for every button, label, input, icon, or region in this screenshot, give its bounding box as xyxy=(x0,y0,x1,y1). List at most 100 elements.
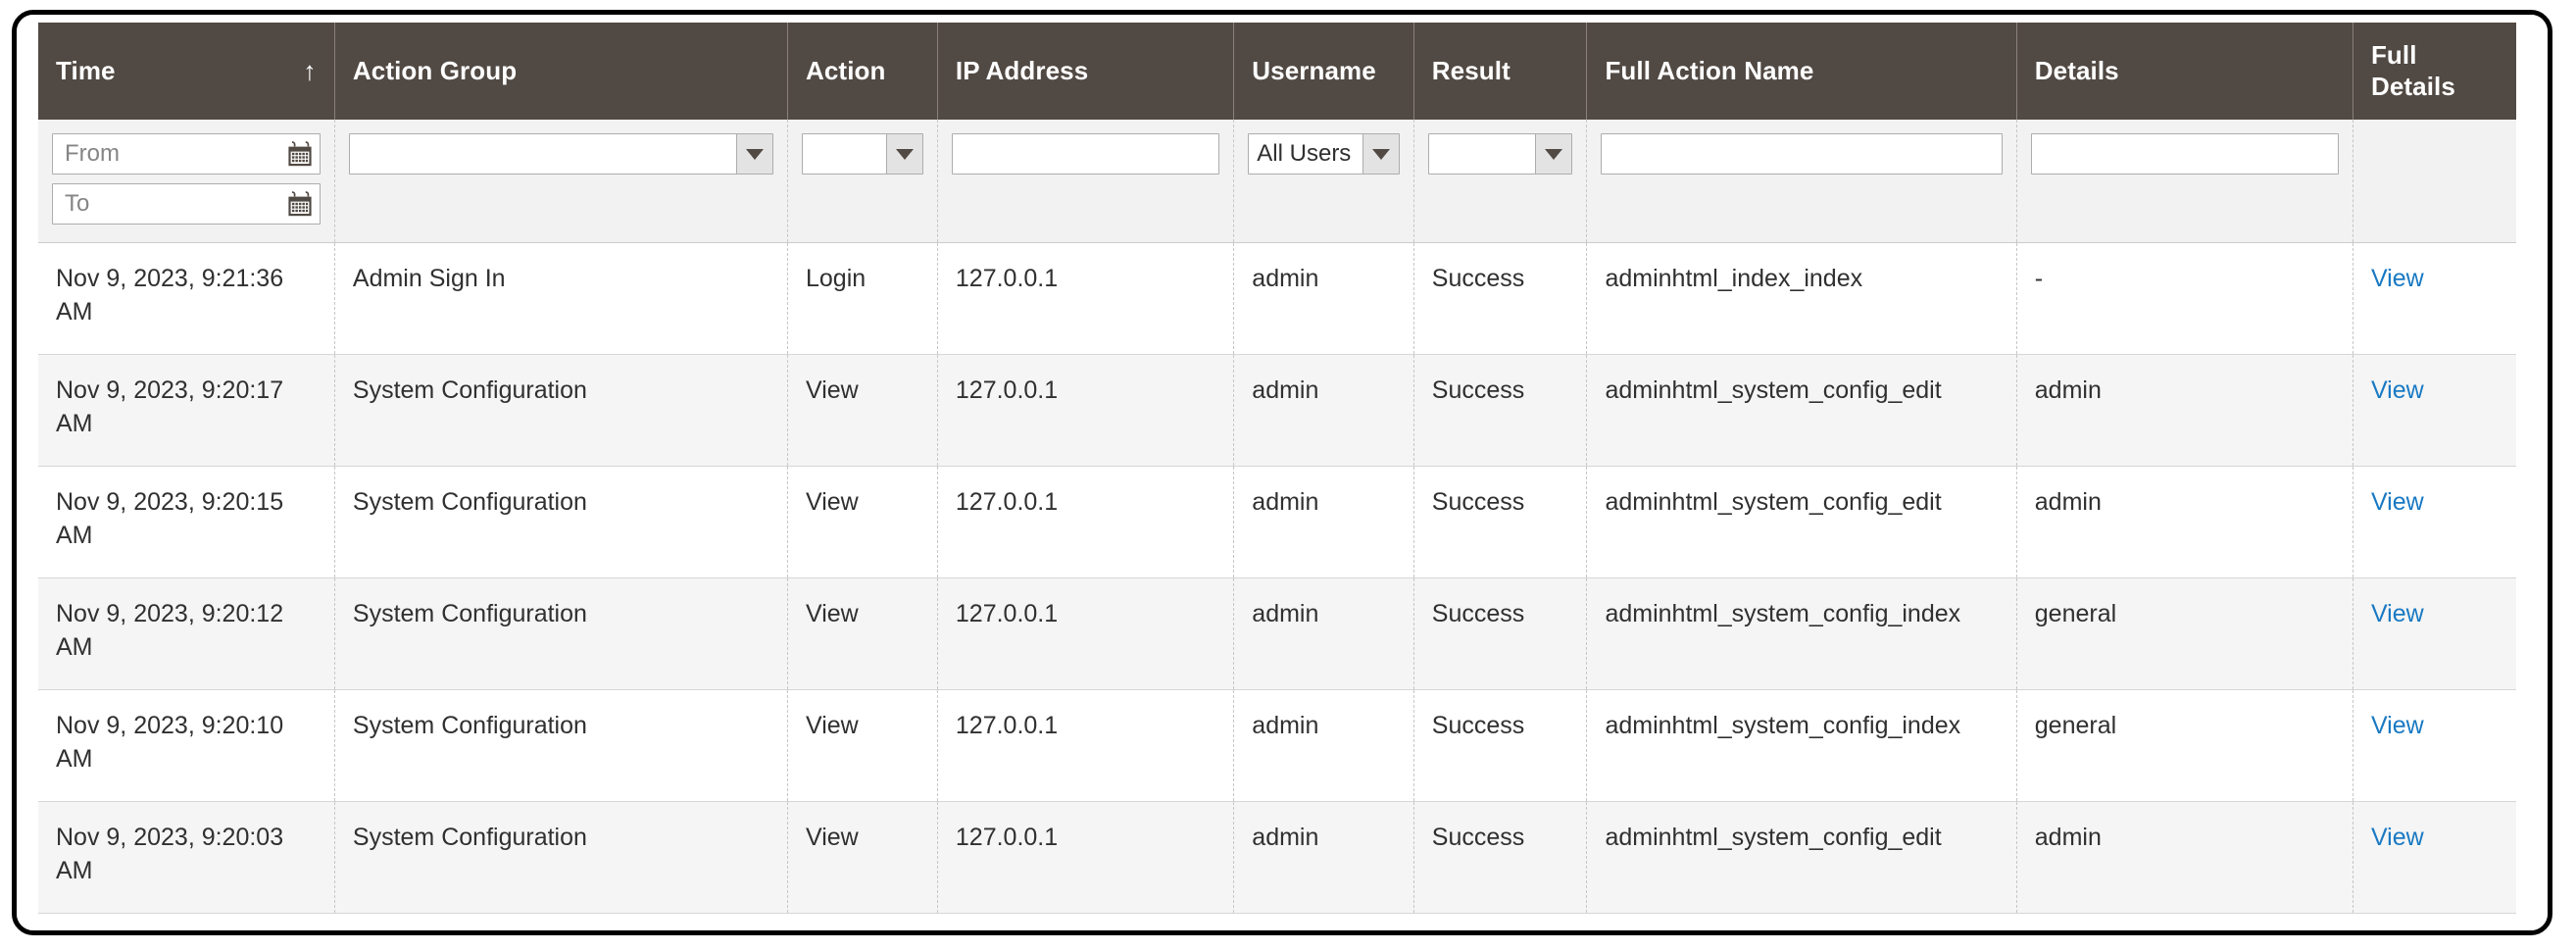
view-details-link[interactable]: View xyxy=(2371,376,2424,404)
cell-action: View xyxy=(787,577,938,691)
view-details-link[interactable]: View xyxy=(2371,712,2424,739)
column-header-full-details-label: Full Details xyxy=(2370,40,2455,101)
cell-time: Nov 9, 2023, 9:20:15 AM xyxy=(38,466,335,579)
cell-username: admin xyxy=(1233,242,1414,356)
column-header-full-action-name-label: Full Action Name xyxy=(1605,55,1814,85)
column-header-time-label: Time xyxy=(56,55,116,85)
admin-actions-log-grid: Time ↑ Action Group Action IP Address Us… xyxy=(38,23,2516,915)
cell-action-group: System Configuration xyxy=(334,801,789,915)
table-row[interactable]: Nov 9, 2023, 9:21:36 AM Admin Sign In Lo… xyxy=(38,242,2516,356)
filter-action-dropdown-button[interactable] xyxy=(885,134,922,175)
filter-username-select[interactable]: All Users xyxy=(1248,133,1400,175)
table-row[interactable]: Nov 9, 2023, 9:20:03 AM System Configura… xyxy=(38,801,2516,915)
cell-action-group: System Configuration xyxy=(334,466,789,579)
calendar-icon[interactable] xyxy=(287,191,313,217)
filter-time-from-wrapper xyxy=(52,133,321,175)
filter-cell-action-group xyxy=(334,120,789,244)
filter-cell-full-action-name xyxy=(1586,120,2017,244)
cell-result: Success xyxy=(1413,242,1588,356)
filter-ip-address-input[interactable] xyxy=(951,133,1220,175)
cell-action: Login xyxy=(787,242,938,356)
cell-details: admin xyxy=(2016,354,2353,468)
cell-username: admin xyxy=(1233,577,1414,691)
filter-time-from-input[interactable] xyxy=(52,133,321,175)
cell-action-group: System Configuration xyxy=(334,354,789,468)
filter-cell-ip-address xyxy=(937,120,1235,244)
cell-result: Success xyxy=(1413,689,1588,803)
cell-ip-address: 127.0.0.1 xyxy=(937,466,1235,579)
column-header-username[interactable]: Username xyxy=(1233,23,1414,121)
filter-action-group-dropdown-button[interactable] xyxy=(736,134,772,175)
grid-header: Time ↑ Action Group Action IP Address Us… xyxy=(38,23,2516,121)
column-header-action-group[interactable]: Action Group xyxy=(334,23,789,121)
filter-action-group-value xyxy=(349,134,736,175)
cell-time: Nov 9, 2023, 9:20:10 AM xyxy=(38,689,335,803)
table-row[interactable]: Nov 9, 2023, 9:20:15 AM System Configura… xyxy=(38,466,2516,579)
filter-cell-username: All Users xyxy=(1233,120,1414,244)
cell-full-action-name: adminhtml_system_config_index xyxy=(1586,577,2017,691)
cell-full-details: View xyxy=(2353,689,2516,803)
cell-result: Success xyxy=(1413,577,1588,691)
cell-ip-address: 127.0.0.1 xyxy=(937,689,1235,803)
cell-full-action-name: adminhtml_system_config_edit xyxy=(1586,354,2017,468)
calendar-icon[interactable] xyxy=(287,141,313,167)
column-header-ip-address-label: IP Address xyxy=(955,55,1089,85)
cell-action: View xyxy=(787,689,938,803)
chevron-down-icon xyxy=(1371,148,1390,160)
filter-action-select[interactable] xyxy=(802,133,923,175)
cell-full-details: View xyxy=(2353,466,2516,579)
cell-full-details: View xyxy=(2353,354,2516,468)
column-header-full-action-name[interactable]: Full Action Name xyxy=(1586,23,2017,121)
view-details-link[interactable]: View xyxy=(2371,600,2424,627)
filter-username-dropdown-button[interactable] xyxy=(1362,134,1399,175)
column-header-action-group-label: Action Group xyxy=(352,55,518,85)
filter-action-value xyxy=(803,134,886,175)
filter-cell-full-details xyxy=(2353,120,2516,244)
cell-action: View xyxy=(787,466,938,579)
cell-action-group: System Configuration xyxy=(334,577,789,691)
filter-result-select[interactable] xyxy=(1427,133,1573,175)
cell-details: general xyxy=(2016,577,2353,691)
filter-time-to-wrapper xyxy=(52,183,321,225)
cell-action: View xyxy=(787,354,938,468)
cell-result: Success xyxy=(1413,466,1588,579)
filter-username-value: All Users xyxy=(1249,134,1362,175)
filter-result-dropdown-button[interactable] xyxy=(1535,134,1572,175)
sort-ascending-icon[interactable]: ↑ xyxy=(303,58,317,84)
cell-details: general xyxy=(2016,689,2353,803)
cell-full-action-name: adminhtml_index_index xyxy=(1586,242,2017,356)
table-row[interactable]: Nov 9, 2023, 9:20:17 AM System Configura… xyxy=(38,354,2516,468)
cell-time: Nov 9, 2023, 9:20:03 AM xyxy=(38,801,335,915)
view-details-link[interactable]: View xyxy=(2371,824,2424,851)
grid-scroll-container[interactable]: Time ↑ Action Group Action IP Address Us… xyxy=(17,15,2548,930)
filter-action-group-select[interactable] xyxy=(348,133,773,175)
view-details-link[interactable]: View xyxy=(2371,265,2424,292)
column-header-action[interactable]: Action xyxy=(787,23,938,121)
cell-action-group: Admin Sign In xyxy=(334,242,789,356)
grid-filter-row: All Users xyxy=(38,120,2516,244)
table-row[interactable]: Nov 9, 2023, 9:20:10 AM System Configura… xyxy=(38,689,2516,803)
cell-ip-address: 127.0.0.1 xyxy=(937,354,1235,468)
cell-username: admin xyxy=(1233,354,1414,468)
chevron-down-icon xyxy=(1545,148,1563,160)
column-header-time[interactable]: Time ↑ xyxy=(38,23,335,121)
filter-cell-time xyxy=(38,120,335,244)
cell-time: Nov 9, 2023, 9:20:17 AM xyxy=(38,354,335,468)
cell-ip-address: 127.0.0.1 xyxy=(937,577,1235,691)
column-header-username-label: Username xyxy=(1252,55,1376,85)
cell-full-details: View xyxy=(2353,801,2516,915)
column-header-ip-address[interactable]: IP Address xyxy=(937,23,1235,121)
cell-full-details: View xyxy=(2353,242,2516,356)
cell-username: admin xyxy=(1233,466,1414,579)
view-details-link[interactable]: View xyxy=(2371,488,2424,516)
filter-full-action-name-input[interactable] xyxy=(1601,133,2003,175)
column-header-result[interactable]: Result xyxy=(1413,23,1588,121)
filter-time-to-input[interactable] xyxy=(52,183,321,225)
filter-details-input[interactable] xyxy=(2030,133,2339,175)
cell-action: View xyxy=(787,801,938,915)
cell-username: admin xyxy=(1233,689,1414,803)
column-header-details[interactable]: Details xyxy=(2016,23,2353,121)
table-row[interactable]: Nov 9, 2023, 9:20:12 AM System Configura… xyxy=(38,577,2516,691)
cell-action-group: System Configuration xyxy=(334,689,789,803)
grid-frame: Time ↑ Action Group Action IP Address Us… xyxy=(12,10,2552,935)
